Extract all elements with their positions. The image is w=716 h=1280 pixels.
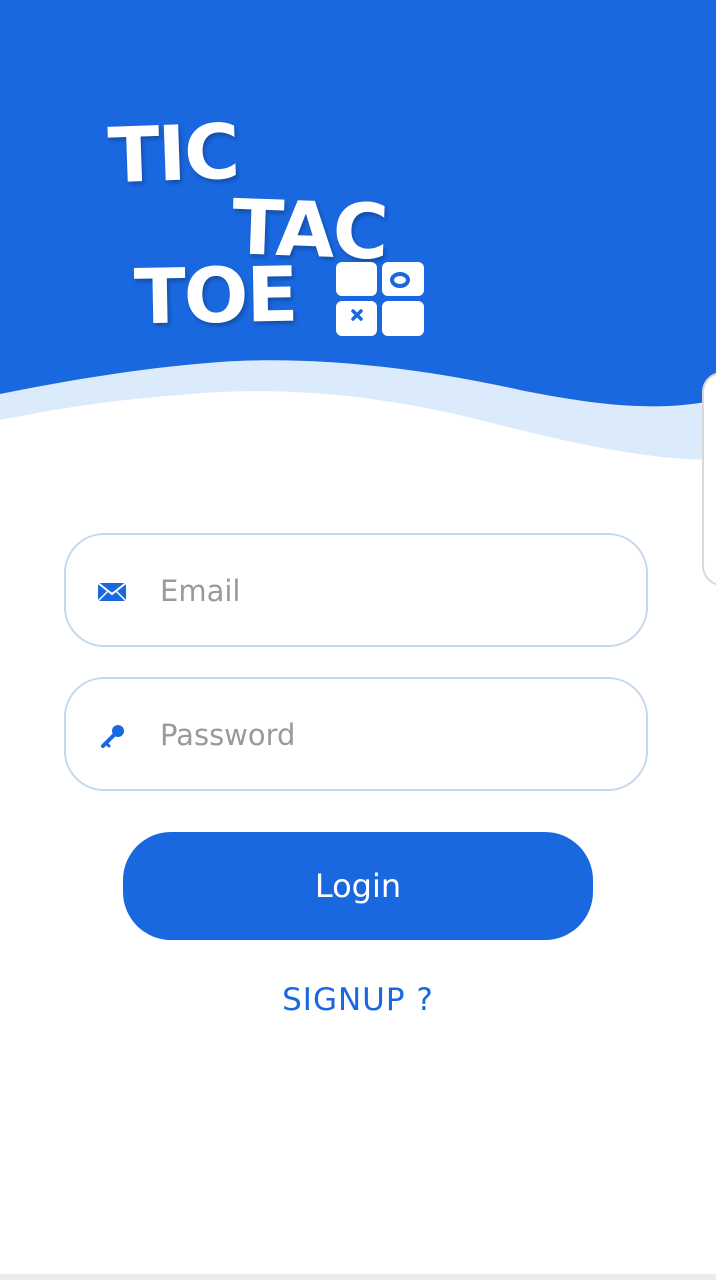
bottom-edge-bar	[0, 1274, 716, 1280]
email-input[interactable]	[160, 565, 620, 617]
key-icon	[101, 725, 124, 748]
login-button[interactable]: Login	[123, 832, 593, 940]
tic-tac-toe-grid-icon	[336, 262, 424, 336]
side-panel-handle[interactable]	[702, 372, 716, 586]
logo-word-tic: TIC	[106, 106, 240, 201]
email-field[interactable]	[64, 533, 648, 647]
logo-word-toe: TOE	[133, 249, 298, 342]
app-logo: TIC TAC TOE	[100, 106, 440, 348]
signup-link[interactable]: SIGNUP ?	[0, 982, 716, 1018]
password-field[interactable]	[64, 677, 648, 791]
login-screen: TIC TAC TOE Login SIGNUP ?	[0, 0, 716, 1280]
email-icon	[97, 582, 127, 602]
password-input[interactable]	[160, 709, 620, 761]
